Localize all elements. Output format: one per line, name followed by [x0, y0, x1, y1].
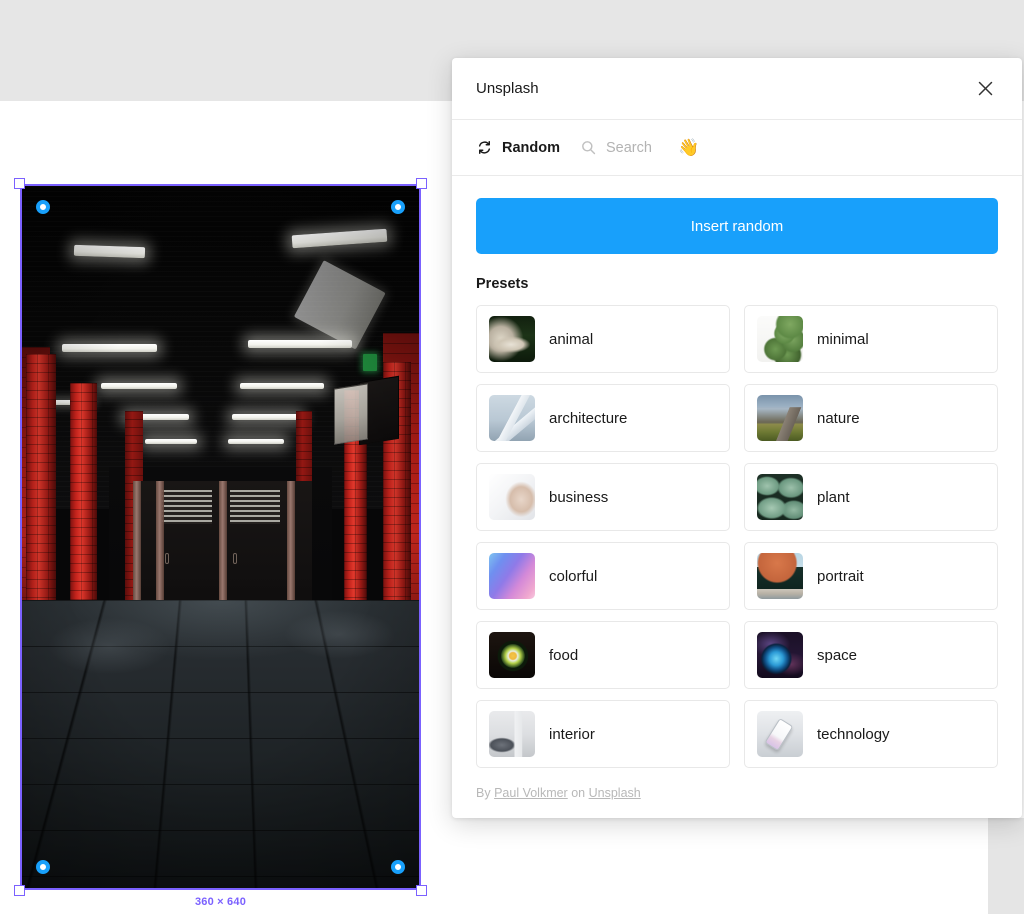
panel-header: Unsplash — [452, 58, 1022, 120]
preset-label: architecture — [549, 409, 628, 427]
presets-heading: Presets — [476, 276, 529, 292]
preset-label: colorful — [549, 567, 598, 585]
tab-search-label: Search — [606, 139, 652, 156]
preset-interior[interactable]: interior — [476, 700, 730, 768]
preset-colorful[interactable]: colorful — [476, 542, 730, 610]
ceiling-light-tube — [145, 438, 197, 444]
preset-animal[interactable]: animal — [476, 305, 730, 373]
preset-nature[interactable]: nature — [744, 384, 998, 452]
preset-thumbnail-food — [489, 632, 535, 678]
ceiling-light-tube — [73, 244, 146, 258]
credit-by-text: By — [476, 786, 491, 800]
ceiling-light-tube — [101, 382, 177, 389]
preset-thumbnail-minimal — [757, 316, 803, 362]
preset-label: plant — [817, 488, 850, 506]
red-column — [69, 382, 98, 636]
wall-poster-panel — [333, 383, 368, 445]
preset-business[interactable]: business — [476, 463, 730, 531]
preset-thumbnail-space — [757, 632, 803, 678]
selected-image-object[interactable]: 360 × 640 — [14, 178, 427, 908]
refresh-icon — [476, 139, 493, 156]
app-root: 360 × 640 Unsplash Random Search 👋 Inser… — [0, 0, 1024, 914]
ceiling-light-tube — [228, 438, 285, 444]
crop-handle-top-right[interactable] — [391, 200, 405, 214]
insert-random-button[interactable]: Insert random — [476, 198, 998, 254]
unsplash-plugin-panel: Unsplash Random Search 👋 Insert random P… — [452, 58, 1022, 818]
ceiling-light-tube — [248, 340, 352, 349]
preset-label: animal — [549, 330, 594, 348]
preset-thumbnail-plant — [757, 474, 803, 520]
tab-random-label: Random — [502, 139, 560, 156]
preset-thumbnail-interior — [489, 711, 535, 757]
preset-thumbnail-portrait — [757, 553, 803, 599]
preset-minimal[interactable]: minimal — [744, 305, 998, 373]
preset-food[interactable]: food — [476, 621, 730, 689]
resize-handle-top-left[interactable] — [14, 178, 25, 189]
preset-thumbnail-animal — [489, 316, 535, 362]
preset-label: nature — [817, 409, 860, 427]
credit-author-link[interactable]: Paul Volkmer — [494, 786, 568, 800]
presets-grid: animal minimal architecture nature busin — [476, 305, 998, 768]
panel-footer-credit: By Paul Volkmer on Unsplash — [452, 772, 1022, 818]
preset-label: business — [549, 488, 609, 506]
preset-thumbnail-architecture — [489, 395, 535, 441]
preset-portrait[interactable]: portrait — [744, 542, 998, 610]
crop-handle-bottom-right[interactable] — [391, 860, 405, 874]
tab-random[interactable]: Random — [476, 139, 560, 156]
ceiling-light-tube — [61, 343, 157, 352]
subway-photo — [22, 186, 419, 888]
ceiling-light-tube — [240, 382, 324, 389]
preset-thumbnail-business — [489, 474, 535, 520]
tab-search[interactable]: Search — [580, 139, 652, 156]
crop-handle-bottom-left[interactable] — [36, 860, 50, 874]
exit-sign-icon — [363, 354, 378, 372]
credit-on-text: on — [571, 786, 586, 800]
preset-thumbnail-nature — [757, 395, 803, 441]
preset-label: technology — [817, 725, 890, 743]
ceiling-light-tube — [232, 414, 300, 420]
preset-label: food — [549, 646, 579, 664]
close-button[interactable] — [970, 74, 1000, 104]
preset-space[interactable]: space — [744, 621, 998, 689]
preset-label: minimal — [817, 330, 869, 348]
resize-handle-top-right[interactable] — [416, 178, 427, 189]
panel-tabbar: Random Search 👋 — [452, 120, 1022, 176]
preset-technology[interactable]: technology — [744, 700, 998, 768]
preset-label: portrait — [817, 567, 864, 585]
door-handle — [165, 553, 170, 565]
preset-label: interior — [549, 725, 595, 743]
selection-dimensions-label: 360 × 640 — [194, 896, 247, 908]
selection-frame[interactable] — [20, 184, 421, 890]
photo-floor-sheen — [22, 600, 419, 888]
preset-label: space — [817, 646, 858, 664]
canvas-right-strip — [988, 818, 1024, 914]
panel-body: Insert random Presets animal minimal arc… — [452, 176, 1022, 772]
preset-thumbnail-colorful — [489, 553, 535, 599]
preset-architecture[interactable]: architecture — [476, 384, 730, 452]
waving-hand-icon: 👋 — [677, 138, 700, 157]
crop-handle-top-left[interactable] — [36, 200, 50, 214]
preset-plant[interactable]: plant — [744, 463, 998, 531]
door-transom-light — [161, 490, 212, 525]
resize-handle-bottom-right[interactable] — [416, 885, 427, 896]
panel-title: Unsplash — [476, 80, 539, 97]
door-transom-light — [229, 490, 280, 525]
credit-source-link[interactable]: Unsplash — [589, 786, 641, 800]
door-handle — [233, 553, 238, 565]
resize-handle-bottom-left[interactable] — [14, 885, 25, 896]
close-icon — [976, 79, 995, 98]
search-icon — [580, 139, 597, 156]
preset-thumbnail-technology — [757, 711, 803, 757]
